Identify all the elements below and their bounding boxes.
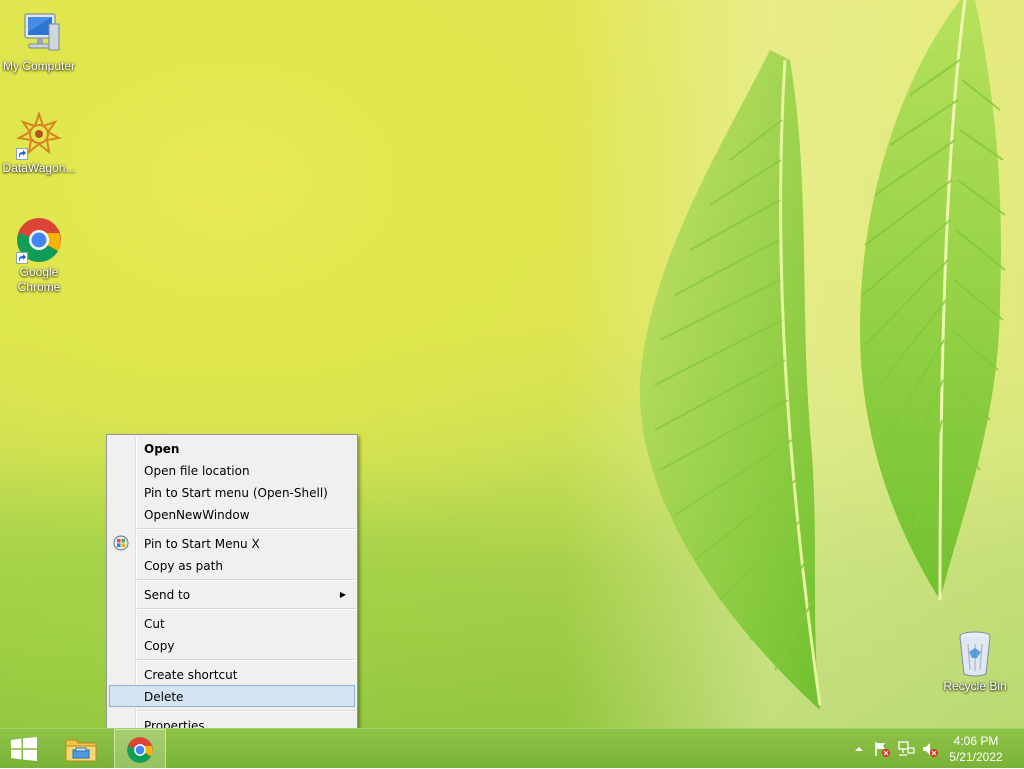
desktop-icon-my-computer[interactable]: My Computer (0, 10, 78, 74)
computer-icon (15, 10, 63, 58)
start-button[interactable] (0, 729, 48, 769)
recycle-bin-icon (955, 630, 995, 678)
taskbar-file-explorer[interactable] (58, 729, 104, 769)
menu-item-label: Copy (144, 639, 175, 653)
windows-logo-icon (11, 737, 37, 761)
menu-item-label: Pin to Start menu (Open-Shell) (144, 486, 328, 500)
shortcut-arrow-icon (16, 148, 28, 160)
desktop-icon-datawagon[interactable]: DataWagon... (0, 110, 78, 176)
menu-item-label: OpenNewWindow (144, 508, 250, 522)
menu-item-open-file-location[interactable]: Open file location (109, 459, 355, 481)
desktop-icon-label: Recycle Bin (943, 679, 1007, 693)
menu-item-label: Send to (144, 588, 191, 602)
context-menu: Open Open file location Pin to Start men… (106, 434, 358, 739)
network-icon[interactable] (897, 740, 915, 758)
menu-separator (137, 605, 355, 612)
chrome-icon (15, 216, 63, 264)
desktop-icon-label: DataWagon... (2, 161, 76, 175)
chrome-icon (127, 737, 153, 763)
file-explorer-icon (65, 739, 97, 762)
menu-item-copy[interactable]: Copy (109, 634, 355, 656)
taskbar-chrome[interactable] (114, 729, 166, 769)
desktop-icon-google-chrome[interactable]: Google Chrome (0, 216, 78, 295)
start-menu-x-icon (113, 535, 129, 551)
menu-item-label: Copy as path (144, 559, 223, 573)
menu-separator (137, 656, 355, 663)
menu-item-delete[interactable]: Delete (109, 685, 355, 707)
menu-item-open-new-window[interactable]: OpenNewWindow (109, 503, 355, 525)
menu-item-label: Open file location (144, 464, 250, 478)
menu-item-label: Cut (144, 617, 165, 631)
taskbar: 4:06 PM 5/21/2022 (0, 728, 1024, 769)
menu-item-cut[interactable]: Cut (109, 612, 355, 634)
datawagon-icon (15, 110, 63, 160)
desktop-icon-label: My Computer (2, 59, 76, 73)
submenu-arrow-icon: ▶ (339, 590, 346, 599)
menu-separator (137, 576, 355, 583)
clock-date: 5/21/2022 (949, 750, 1003, 764)
clock[interactable]: 4:06 PM 5/21/2022 (936, 733, 1016, 765)
menu-item-create-shortcut[interactable]: Create shortcut (109, 663, 355, 685)
menu-item-copy-as-path[interactable]: Copy as path (109, 554, 355, 576)
menu-separator (137, 707, 355, 714)
shortcut-arrow-icon (16, 252, 28, 264)
desktop-icon-label: Google Chrome (17, 265, 61, 294)
menu-item-label: Create shortcut (144, 668, 238, 682)
menu-item-send-to[interactable]: Send to ▶ (109, 583, 355, 605)
action-center-flag-icon[interactable] (873, 740, 891, 758)
wallpaper-leaves (639, 0, 1006, 710)
menu-item-label: Pin to Start Menu X (144, 537, 260, 551)
menu-item-label: Open (144, 442, 180, 456)
show-hidden-icons-icon[interactable] (850, 740, 868, 758)
desktop-icon-recycle-bin[interactable]: Recycle Bin (936, 630, 1014, 694)
menu-separator (137, 525, 355, 532)
menu-item-pin-to-start-open-shell[interactable]: Pin to Start menu (Open-Shell) (109, 481, 355, 503)
menu-item-label: Delete (144, 690, 184, 704)
menu-item-open[interactable]: Open (109, 437, 355, 459)
menu-item-pin-to-start-menu-x[interactable]: Pin to Start Menu X (109, 532, 355, 554)
clock-time: 4:06 PM (953, 734, 999, 748)
